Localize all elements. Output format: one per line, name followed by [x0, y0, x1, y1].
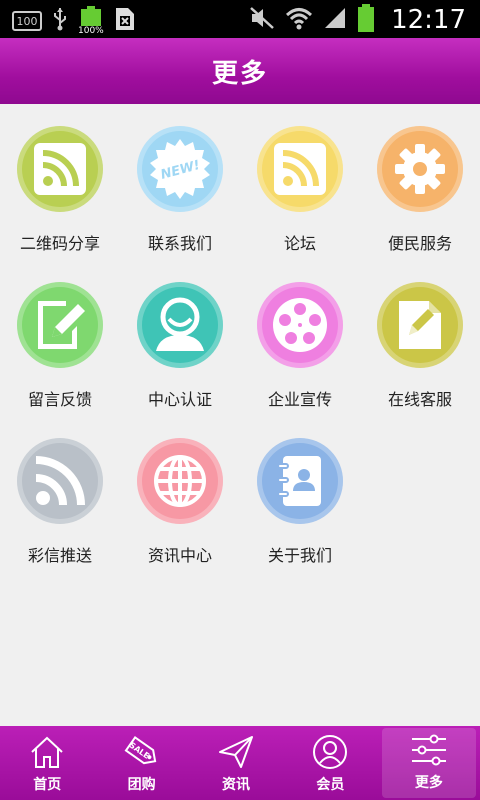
- grid-icon-circle: [257, 126, 343, 212]
- rss-icon: [274, 143, 326, 195]
- grid-item-news-center[interactable]: 资讯中心: [120, 416, 240, 566]
- grid-item-center-certification[interactable]: 中心认证: [120, 260, 240, 410]
- nav-item-group-buy[interactable]: SALE 团购: [94, 726, 188, 800]
- grid-icon-circle: [377, 282, 463, 368]
- nav-item-news[interactable]: 资讯: [189, 726, 283, 800]
- grid-item-online-support[interactable]: 在线客服: [360, 260, 480, 410]
- grid-item-label: 企业宣传: [267, 390, 332, 409]
- new-badge-icon: NEW!: [150, 139, 210, 199]
- document-pen-icon: [399, 301, 441, 349]
- grid-item-label: 联系我们: [147, 234, 212, 253]
- rss-icon: [34, 143, 86, 195]
- grid-item-feedback[interactable]: 留言反馈: [0, 260, 120, 410]
- grid-icon-circle: [17, 126, 103, 212]
- battery-icon: [357, 4, 375, 36]
- nav-label: 资讯: [222, 777, 251, 793]
- grid-item-corporate-promotion[interactable]: 企业宣传: [240, 260, 360, 410]
- grid-item-label: 便民服务: [387, 234, 452, 253]
- signal-icon: [323, 6, 347, 34]
- grid-item-contact-us[interactable]: NEW! 联系我们: [120, 104, 240, 254]
- grid-item-label: 留言反馈: [27, 390, 92, 409]
- user-circle-icon: [311, 732, 349, 772]
- notification-box-text: 100: [16, 14, 38, 28]
- notification-box-icon: 100: [12, 11, 42, 31]
- wifi-icon: [285, 6, 313, 34]
- grid-item-label: 关于我们: [267, 546, 332, 565]
- clock: 12:17: [391, 5, 466, 35]
- status-bar: 100 100% 12:17: [0, 0, 480, 38]
- gear-icon: [395, 144, 445, 194]
- grid-icon-circle: [137, 438, 223, 524]
- grid-icon-circle: [137, 282, 223, 368]
- grid-item-label: 二维码分享: [19, 234, 100, 253]
- sliders-icon: [410, 730, 448, 770]
- grid-item-label: 论坛: [283, 234, 316, 253]
- grid-item-qr-share[interactable]: 二维码分享: [0, 104, 120, 254]
- rss-icon: [35, 456, 85, 506]
- grid-item-convenience-services[interactable]: 便民服务: [360, 104, 480, 254]
- nav-label: 首页: [33, 777, 62, 793]
- grid-item-label: 资讯中心: [147, 546, 212, 565]
- nav-label: 团购: [127, 777, 156, 793]
- grid-icon-circle: [257, 438, 343, 524]
- nav-label: 更多: [414, 775, 443, 791]
- grid-item-mms-push[interactable]: 彩信推送: [0, 416, 120, 566]
- grid-icon-circle: [257, 282, 343, 368]
- mute-icon: [249, 6, 275, 34]
- user-icon: [156, 297, 204, 351]
- sale-tag-icon: SALE: [122, 732, 162, 772]
- bottom-nav: 首页 SALE 团购 资讯 会员 更多: [0, 726, 480, 800]
- page-title: 更多: [211, 58, 268, 89]
- sim-card-icon: [114, 6, 136, 36]
- battery-small-icon: 100%: [78, 6, 104, 36]
- battery-percent: 100%: [78, 26, 104, 36]
- header-bar: 更多: [0, 38, 480, 104]
- grid-item-label: 在线客服: [387, 390, 452, 409]
- contact-book-icon: [277, 456, 321, 506]
- grid-item-forum[interactable]: 论坛: [240, 104, 360, 254]
- sale-tag-text: SALE: [127, 741, 151, 761]
- film-reel-icon: [273, 298, 327, 352]
- nav-item-member[interactable]: 会员: [283, 726, 377, 800]
- nav-item-more[interactable]: 更多: [381, 728, 477, 798]
- nav-item-home[interactable]: 首页: [0, 726, 94, 800]
- grid-item-label: 彩信推送: [27, 546, 92, 565]
- grid-icon-circle: [17, 438, 103, 524]
- grid-icon-circle: NEW!: [137, 126, 223, 212]
- grid-icon-circle: [377, 126, 463, 212]
- edit-note-icon: [38, 301, 85, 349]
- paper-plane-icon: [217, 732, 255, 772]
- grid-item-label: 中心认证: [147, 390, 212, 409]
- grid-icon-circle: [17, 282, 103, 368]
- grid-item-about-us[interactable]: 关于我们: [240, 416, 360, 566]
- globe-icon: [154, 455, 206, 507]
- home-icon: [29, 732, 65, 772]
- usb-icon: [52, 6, 68, 36]
- nav-label: 会员: [316, 777, 345, 793]
